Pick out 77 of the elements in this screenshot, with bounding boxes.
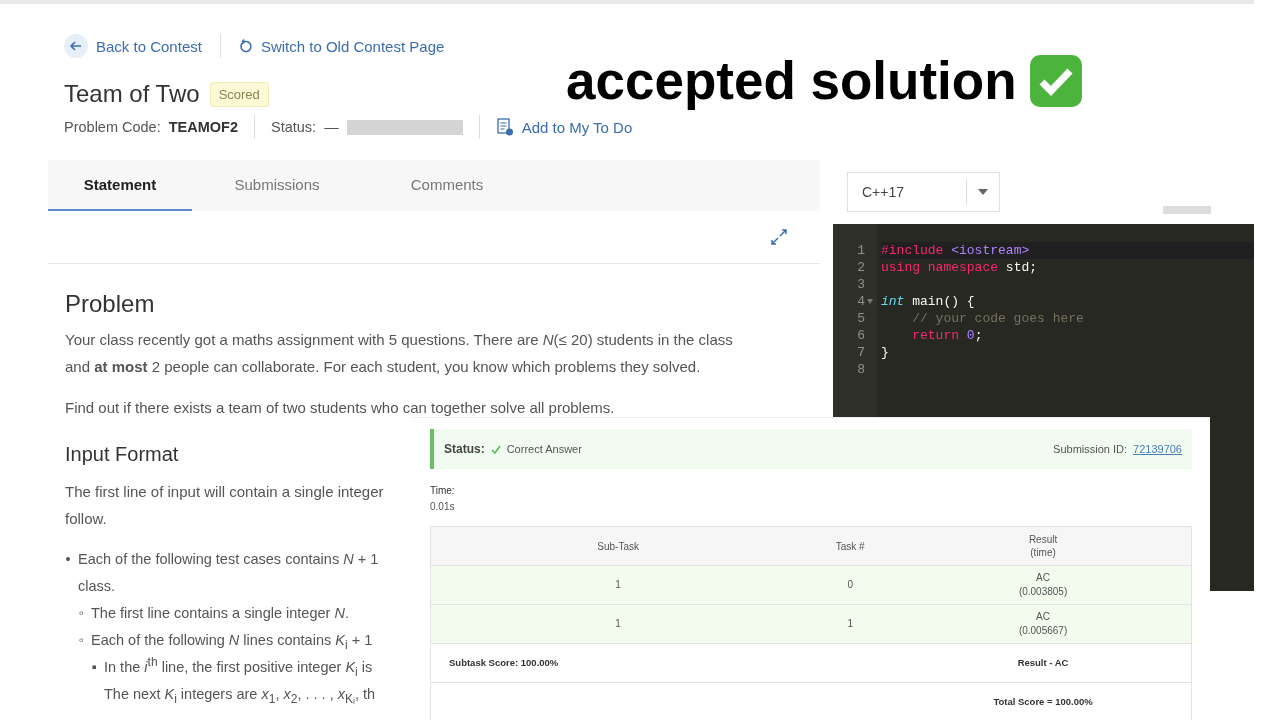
todo-list-icon (495, 118, 514, 136)
submission-label: Submission ID: (1053, 443, 1128, 455)
table-cell: 1 (430, 604, 806, 644)
code-token: std; (1005, 260, 1038, 275)
table-cell: AC (0.003805) (895, 565, 1192, 605)
text-line: Each of the following N lines contains K$_{i}$ + 1 (91, 631, 373, 654)
table-cell: 1 (430, 565, 806, 605)
language-select[interactable]: C++17 (847, 172, 1000, 212)
subtask-score: Subtask Score: 100.00% (430, 643, 806, 683)
tab[interactable]: Comments (362, 160, 532, 211)
code-token: // your code goes here (911, 311, 1084, 326)
code-token: ; (974, 328, 983, 343)
code-token: #include (881, 243, 945, 258)
problem-code: TEAMOF2 (168, 119, 238, 135)
line-number: 4 (857, 293, 865, 310)
section-heading: Problem (65, 290, 155, 318)
code-token: return (911, 328, 960, 343)
caption-text: accepted solution (566, 50, 1017, 111)
add-todo-link[interactable]: Add to My To Do (495, 118, 633, 136)
switch-link[interactable]: Switch to Old Contest Page (238, 37, 445, 55)
line-number: 3 (857, 276, 865, 293)
text-line: Your class recently got a maths assignment with 5 questions. There are N(≤ 20) students in the class (65, 330, 733, 350)
status-label: Status: (444, 442, 485, 456)
bullet: • (64, 550, 72, 569)
tab[interactable]: Statement (48, 160, 192, 211)
line-number: 6 (857, 327, 865, 344)
expand-icon[interactable] (770, 228, 788, 246)
bullet: ▪ (90, 658, 98, 677)
result-summary: Result - AC (895, 643, 1192, 683)
text-line: follow. (65, 509, 107, 529)
text-line: In the i$^{th}$ line, the first positive integer K$_{i}$ is (104, 654, 373, 681)
section-heading: Input Format (65, 443, 179, 466)
check-icon (490, 444, 501, 454)
line-number: 7 (857, 344, 865, 361)
line-number: 1 (857, 242, 865, 259)
code-token: main() { (911, 294, 975, 309)
code-token: int (881, 294, 905, 309)
time-value: 0.01s (430, 500, 456, 514)
status-value: — (324, 119, 339, 135)
problem-title: Team of Two (64, 80, 200, 108)
back-link[interactable]: Back to Contest (64, 34, 202, 58)
fold-caret-icon[interactable] (867, 299, 873, 304)
table-cell: AC (0.005667) (895, 604, 1192, 644)
text-line: class. (78, 577, 116, 596)
back-arrow-icon (69, 39, 83, 53)
tab[interactable]: Submissions (192, 160, 362, 211)
problem-code-label: Problem Code: (64, 119, 161, 135)
text-line: Each of the following test cases contains N + 1 (78, 550, 379, 569)
column-header: Result (time) (895, 526, 1192, 566)
caret-icon (978, 189, 988, 195)
refresh-icon (238, 38, 253, 54)
table-cell: 1 (805, 604, 896, 644)
bullet: ◦ (77, 631, 85, 650)
code-token: using namespace (881, 260, 1000, 275)
status-label: Status: (271, 119, 317, 135)
total-score: Total Score = 100.00% (895, 682, 1192, 720)
time-label: Time: (430, 484, 456, 498)
placeholder-bar (1163, 206, 1211, 214)
code-token: <iostream> (951, 243, 1030, 258)
line-number: 5 (857, 310, 865, 327)
scored-badge: Scored (209, 81, 269, 107)
text-line: and at most 2 people can collaborate. For each student, you know which problems they solved. (65, 357, 701, 377)
column-header: Sub-Task (430, 526, 806, 566)
bullet: ◦ (77, 604, 85, 623)
table-cell: 0 (805, 565, 896, 605)
line-number: 2 (857, 259, 865, 276)
column-header: Task # (805, 526, 896, 566)
text-line: The first line contains a single integer N. (91, 604, 349, 623)
status-value: Correct Answer (506, 443, 582, 455)
code-token: 0 (966, 328, 975, 343)
submission-link[interactable]: 72139706 (1133, 443, 1182, 455)
text-line: The next K$_{i}$ integers are x$_{1}$, x$_{2}$, . . . , x$_{Kᵢ}$, th (104, 685, 376, 708)
text-line: Find out if there exists a team of two students who can together solve all problems. (65, 398, 615, 418)
code-token: } (881, 345, 889, 360)
line-number: 8 (857, 361, 865, 378)
text-line: The first line of input will contain a single integer (65, 482, 384, 502)
check-mark-icon (1028, 53, 1083, 108)
